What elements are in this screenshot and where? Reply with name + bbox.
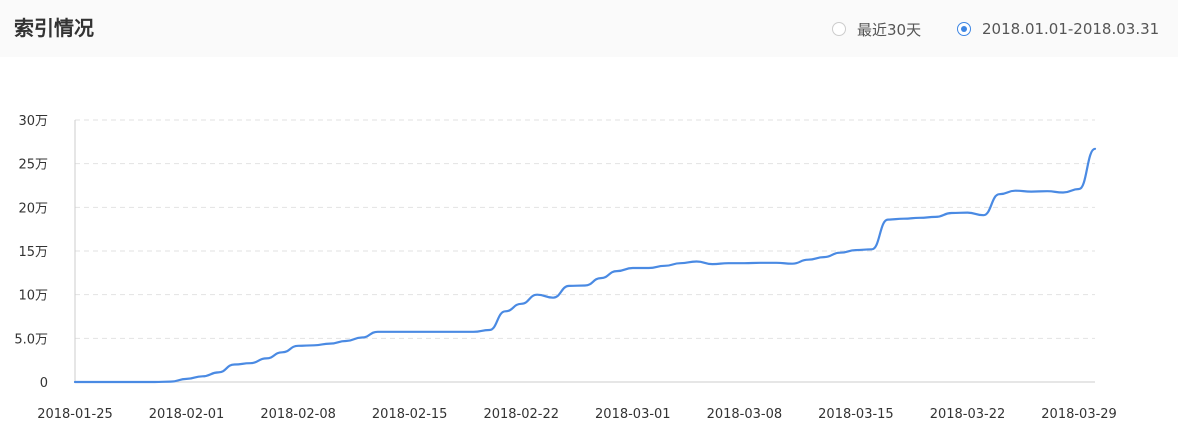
x-tick-label: 2018-02-08 (260, 407, 336, 422)
series-line (73, 147, 1097, 384)
chart-grid (75, 119, 1095, 339)
range-option-custom-range[interactable]: 2018.01.01-2018.03.31 (957, 17, 1159, 41)
y-tick-label: 25万 (18, 158, 48, 173)
y-tick-label: 20万 (18, 201, 48, 216)
range-option-label: 最近30天 (857, 20, 922, 39)
x-tick-label: 2018-03-29 (1041, 407, 1117, 422)
x-tick-label: 2018-02-01 (149, 407, 225, 422)
y-tick-label: 15万 (18, 245, 48, 260)
chart-axes: 0 5.0万 10万 15万 20万 25万 30万 2018-01-25 2018-02-01… (14, 114, 1117, 422)
page-title: 索引情况 (14, 16, 94, 40)
radio-selected-icon[interactable] (957, 22, 971, 36)
y-tick-label: 10万 (18, 289, 48, 304)
panel-header: 索引情况 最近30天 2018.01.01-2018.03.31 (0, 0, 1178, 57)
chart-series (73, 147, 1097, 384)
y-tick-label: 30万 (18, 114, 48, 129)
x-tick-label: 2018-03-15 (818, 407, 894, 422)
index-line-chart: 0 5.0万 10万 15万 20万 25万 30万 2018-01-25 2018-02-01… (14, 114, 1117, 422)
x-tick-label: 2018-02-22 (483, 407, 559, 422)
x-tick-label: 2018-02-15 (372, 407, 448, 422)
range-option-label: 2018.01.01-2018.03.31 (982, 20, 1160, 38)
x-tick-label: 2018-03-08 (707, 407, 783, 422)
y-tick-label: 0 (40, 376, 48, 391)
range-option-last-30-days[interactable]: 最近30天 (832, 17, 921, 41)
x-tick-label: 2018-03-01 (595, 407, 671, 422)
x-tick-label: 2018-03-22 (930, 407, 1006, 422)
y-tick-label: 5.0万 (14, 332, 48, 347)
x-tick-label: 2018-01-25 (37, 407, 113, 422)
radio-unselected-icon[interactable] (832, 22, 846, 36)
